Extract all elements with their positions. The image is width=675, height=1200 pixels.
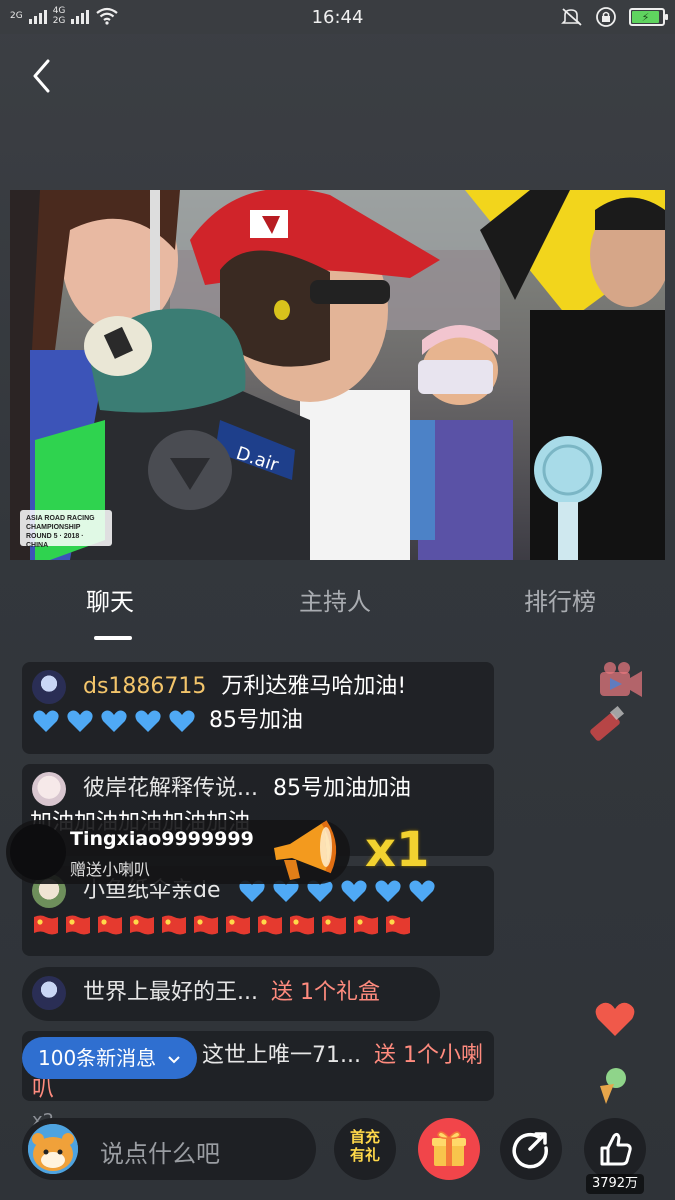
chat-username[interactable]: 彼岸花解释传说... (83, 776, 258, 801)
blue-heart-icon (101, 710, 127, 732)
chat-username[interactable]: 这世上唯一71... (202, 1043, 361, 1068)
chat-message[interactable]: 世界上最好的王... 送 1个礼盒 (22, 967, 440, 1021)
usb-drive-icon[interactable] (584, 702, 630, 748)
status-icons: ⚡ (561, 6, 668, 28)
avatar[interactable] (32, 772, 66, 806)
blue-heart-icon (67, 710, 93, 732)
gift-action: 赠送小喇叭 (70, 860, 151, 879)
china-flag-icon (66, 915, 90, 935)
new-messages-button[interactable]: 100条新消息 (22, 1037, 197, 1079)
new-messages-label: 100条新消息 (38, 1046, 157, 1070)
avatar[interactable] (28, 1124, 78, 1174)
ice-cream-icon (600, 1068, 626, 1104)
back-button[interactable] (22, 56, 62, 96)
tab-bar: 聊天 主持人 排行榜 (0, 570, 675, 650)
china-flags (32, 908, 484, 942)
china-flag-icon (98, 915, 122, 935)
china-flag-icon (194, 915, 218, 935)
status-bar: 2G 4G 2G 16:44 ⚡ (0, 0, 675, 34)
heart-reaction-icon (595, 1002, 635, 1036)
blue-heart-icon (169, 710, 195, 732)
china-flag-icon (162, 915, 186, 935)
megaphone-icon (274, 820, 337, 880)
chat-text: 万利达雅马哈加油! (221, 674, 407, 699)
avatar[interactable] (10, 824, 66, 880)
video-frame: D.air (10, 190, 665, 560)
rotation-lock-icon (596, 7, 616, 27)
tab-host[interactable]: 主持人 (299, 582, 371, 617)
bottom-bar: 说点什么吧 首充 有礼 3792万 (0, 1108, 675, 1200)
chat-username[interactable]: 世界上最好的王... (83, 980, 258, 1005)
blue-heart-icon (374, 880, 401, 902)
chevron-down-icon (167, 1056, 180, 1064)
chat-input-placeholder: 说点什么吧 (100, 1140, 220, 1168)
tab-active-indicator (94, 636, 132, 640)
like-button[interactable] (584, 1118, 646, 1180)
chat-text-2: 85号加油 (209, 708, 303, 733)
china-flag-icon (258, 915, 282, 935)
gift-sender-name: Tingxiao9999999 (70, 828, 254, 850)
chat-input[interactable]: 说点什么吧 (22, 1118, 316, 1180)
chat-message[interactable]: ds1886715 万利达雅马哈加油! 85号加油 (22, 662, 494, 754)
blue-heart-icon (408, 880, 435, 902)
china-flag-icon (226, 915, 250, 935)
blue-heart-icon (33, 710, 59, 732)
thumbs-up-icon (600, 1132, 632, 1166)
blue-heart-icon (135, 710, 161, 732)
battery-icon: ⚡ (629, 8, 668, 26)
like-count: 3792万 (586, 1174, 644, 1194)
video-camera-icon[interactable] (598, 660, 644, 700)
chat-text: 85号加油加油 (272, 776, 411, 801)
china-flag-icon (322, 915, 346, 935)
china-flag-icon (290, 915, 314, 935)
avatar[interactable] (32, 976, 66, 1010)
avatar[interactable] (32, 670, 66, 704)
live-stream-page: 2G 4G 2G 16:44 ⚡ D.air ASIA ROAD RACING … (0, 0, 675, 1200)
tiger-avatar-icon (28, 1124, 78, 1174)
live-video[interactable]: D.air ASIA ROAD RACING CHAMPIONSHIP ROUN… (10, 190, 665, 560)
china-flag-icon (386, 915, 410, 935)
share-button[interactable] (500, 1118, 562, 1180)
tab-chat[interactable]: 聊天 (86, 582, 134, 617)
gift-box-icon (432, 1131, 466, 1166)
china-flag-icon (354, 915, 378, 935)
gift-button[interactable] (418, 1118, 480, 1180)
blue-hearts (32, 708, 209, 733)
gift-combo-count: x1 (365, 822, 430, 878)
first-recharge-label: 首充 有礼 (349, 1128, 380, 1164)
share-icon (512, 1132, 548, 1169)
china-flag-icon (34, 915, 58, 935)
gift-text: 送 1个礼盒 (270, 980, 380, 1005)
first-recharge-button[interactable]: 首充 有礼 (334, 1118, 396, 1180)
mute-icon (561, 8, 582, 26)
chat-username[interactable]: ds1886715 (83, 674, 206, 699)
tab-leaderboard[interactable]: 排行榜 (524, 582, 596, 617)
championship-logo: ASIA ROAD RACING CHAMPIONSHIP ROUND 5 · … (20, 510, 112, 549)
chevron-left-icon (33, 59, 50, 93)
china-flag-icon (130, 915, 154, 935)
